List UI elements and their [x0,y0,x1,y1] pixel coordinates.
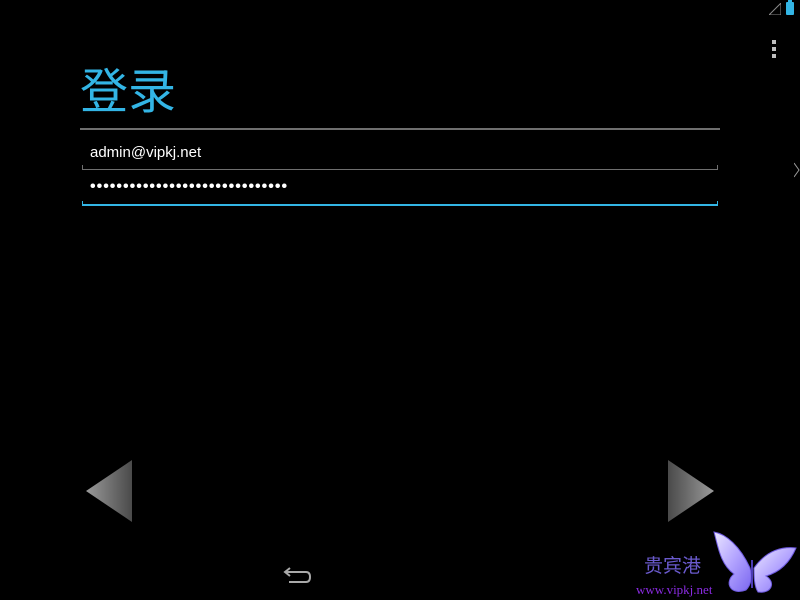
field-tick [82,201,83,206]
field-tick [717,165,718,170]
arrow-left-icon[interactable] [84,458,134,524]
edge-arrow-icon [794,162,800,178]
menu-dot [772,54,776,58]
overflow-menu-icon[interactable] [770,40,778,58]
password-value: •••••••••••••••••••••••••••••• [90,178,289,195]
watermark-title: 贵宾港 [644,555,702,577]
arrow-right-icon[interactable] [666,458,716,524]
menu-dot [772,47,776,51]
back-icon[interactable] [280,566,312,588]
page-title: 登录 [80,64,177,120]
email-value: admin@vipkj.net [90,144,202,161]
signal-icon [769,3,781,15]
status-bar [0,0,800,20]
battery-icon [786,0,794,15]
watermark-url: www.vipkj.net [636,582,713,597]
field-tick [82,165,83,170]
menu-dot [772,40,776,44]
butterfly-logo [713,531,797,593]
field-tick [717,201,718,206]
title-divider [80,128,720,130]
email-field[interactable]: admin@vipkj.net [82,136,718,170]
password-field[interactable]: •••••••••••••••••••••••••••••• [82,172,718,206]
password-underline [82,204,718,206]
email-underline [82,169,718,170]
